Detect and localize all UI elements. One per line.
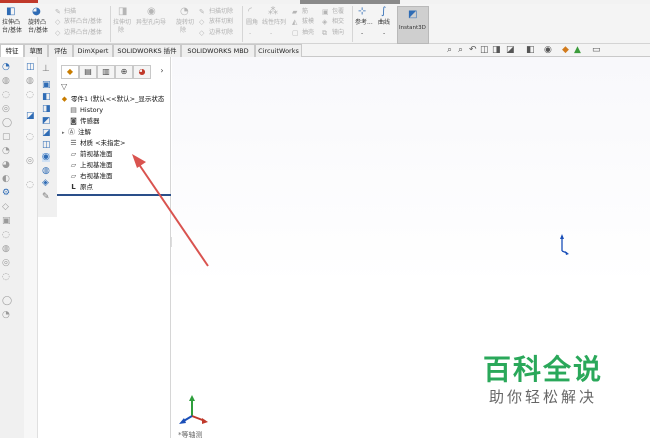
origin-marker-icon [560, 234, 569, 255]
watermark-subtitle: 助你轻松解决 [488, 388, 597, 406]
coordinate-triad-icon [179, 395, 208, 424]
arrow-shaft [135, 159, 209, 267]
view-name-label: *等轴测 [178, 431, 203, 438]
watermark-box: 百科全说 助你轻松解决 [460, 344, 626, 416]
watermark-title: 百科全说 [482, 353, 603, 386]
arrow-head [132, 154, 146, 168]
